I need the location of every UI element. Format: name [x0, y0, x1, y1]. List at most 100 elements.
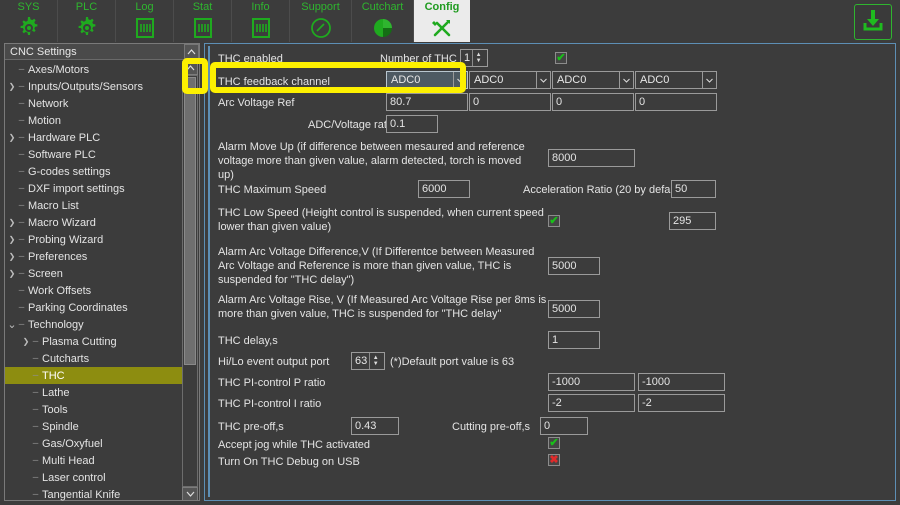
adc-voltage-ratio-input[interactable]: 0.1	[386, 115, 438, 133]
alarm-arc-voltage-rise-label: Alarm Arc Voltage Rise, V (If Measured A…	[218, 293, 548, 321]
thc-feedback-channel-select-4[interactable]: ADC0	[635, 71, 717, 89]
chevron-down-icon[interactable]	[619, 72, 633, 88]
pi-control-p-ratio-input-1[interactable]: -1000	[548, 373, 635, 391]
sidebar-item-tools[interactable]: –Tools	[5, 401, 184, 418]
arc-voltage-ref-input-3[interactable]: 0	[552, 93, 634, 111]
thc-feedback-channel-select-1[interactable]: ADC0	[386, 71, 468, 89]
sidebar-item-tangential-knife[interactable]: –Tangential Knife	[5, 486, 184, 501]
sidebar-item-laser-control[interactable]: –Laser control	[5, 469, 184, 486]
alarm-move-up-input[interactable]: 8000	[548, 149, 635, 167]
sidebar-item-dxf-import-settings[interactable]: –DXF import settings	[5, 180, 184, 197]
pie-chart-icon	[371, 15, 395, 41]
tab-log[interactable]: Log	[116, 0, 174, 42]
chevron-right-icon[interactable]: ❯	[7, 235, 17, 244]
alarm-arc-voltage-rise-input[interactable]: 5000	[548, 300, 600, 318]
tab-cutchart[interactable]: Cutchart	[352, 0, 414, 42]
tab-info[interactable]: Info	[232, 0, 290, 42]
save-download-button[interactable]	[854, 4, 892, 40]
sidebar-item-cutcharts[interactable]: –Cutcharts	[5, 350, 184, 367]
sidebar-item-label: Technology	[26, 319, 84, 331]
thc-debug-usb-checkbox[interactable]: ✖	[548, 454, 560, 466]
chevron-down-icon[interactable]	[702, 72, 716, 88]
chevron-right-icon[interactable]: ❯	[7, 252, 17, 261]
sidebar-item-macro-list[interactable]: –Macro List	[5, 197, 184, 214]
sidebar-item-probing-wizard[interactable]: ❯–Probing Wizard	[5, 231, 184, 248]
tab-info-label: Info	[251, 1, 269, 14]
scroll-up-button[interactable]	[182, 61, 198, 75]
tab-support[interactable]: Support	[290, 0, 352, 42]
chevron-down-icon[interactable]	[453, 72, 467, 88]
arc-voltage-ref-input-2[interactable]: 0	[469, 93, 551, 111]
chevron-right-icon[interactable]: ❯	[21, 337, 31, 346]
thc-enabled-checkbox[interactable]: ✔	[555, 52, 567, 64]
tab-config[interactable]: Config	[414, 0, 470, 42]
tree-branch-line: –	[31, 489, 40, 500]
sidebar-item-macro-wizard[interactable]: ❯–Macro Wizard	[5, 214, 184, 231]
sidebar-item-g-codes-settings[interactable]: –G-codes settings	[5, 163, 184, 180]
acceleration-ratio-input[interactable]: 50	[671, 180, 716, 198]
cutting-pre-off-input[interactable]: 0	[540, 417, 588, 435]
stepper-arrows-icon[interactable]: ▲▼	[472, 50, 484, 66]
thc-low-speed-input[interactable]: 295	[669, 212, 716, 230]
chevron-right-icon[interactable]: ❯	[7, 82, 17, 91]
thc-pre-off-input[interactable]: 0.43	[351, 417, 399, 435]
alarm-arc-voltage-difference-input[interactable]: 5000	[548, 257, 600, 275]
chevron-right-icon[interactable]: ❯	[7, 218, 17, 227]
document-icon	[192, 15, 214, 41]
tab-stat[interactable]: Stat	[174, 0, 232, 42]
sidebar-item-preferences[interactable]: ❯–Preferences	[5, 248, 184, 265]
thc-feedback-channel-select-2[interactable]: ADC0	[469, 71, 551, 89]
sidebar-item-plasma-cutting[interactable]: ❯–Plasma Cutting	[5, 333, 184, 350]
sidebar-item-screen[interactable]: ❯–Screen	[5, 265, 184, 282]
sidebar-item-label: Work Offsets	[26, 285, 91, 297]
arc-voltage-ref-input-1[interactable]: 80.7	[386, 93, 468, 111]
chevron-right-icon[interactable]: ❯	[7, 133, 17, 142]
thc-max-speed-input[interactable]: 6000	[418, 180, 470, 198]
sidebar-item-motion[interactable]: –Motion	[5, 112, 184, 129]
tree-branch-line: –	[31, 370, 40, 381]
check-icon: ✔	[549, 438, 558, 449]
settings-sidebar: CNC Settings –Axes/Motors❯–Inputs/Output…	[4, 43, 200, 501]
chevron-up-icon[interactable]	[184, 44, 199, 59]
sidebar-item-software-plc[interactable]: –Software PLC	[5, 146, 184, 163]
tree-scrollbar-track[interactable]	[182, 75, 198, 487]
sidebar-item-work-offsets[interactable]: –Work Offsets	[5, 282, 184, 299]
tab-sys[interactable]: SYS	[0, 0, 58, 42]
chevron-down-icon[interactable]: ⌄	[7, 318, 17, 331]
sidebar-item-label: Tools	[40, 404, 68, 416]
accept-jog-checkbox[interactable]: ✔	[548, 437, 560, 449]
stepper-arrows-icon[interactable]: ▲▼	[369, 353, 381, 369]
tree-scrollbar[interactable]	[182, 61, 198, 501]
sidebar-item-label: Preferences	[26, 251, 87, 263]
sidebar-item-spindle[interactable]: –Spindle	[5, 418, 184, 435]
pi-control-p-ratio-input-2[interactable]: -1000	[638, 373, 725, 391]
thc-low-speed-checkbox[interactable]: ✔	[548, 215, 560, 227]
sidebar-item-thc[interactable]: –THC	[5, 367, 184, 384]
tree-branch-line: –	[31, 472, 40, 483]
sidebar-item-multi-head[interactable]: –Multi Head	[5, 452, 184, 469]
number-of-thc-stepper[interactable]: 1 ▲▼	[460, 49, 488, 67]
chevron-right-icon[interactable]: ❯	[7, 269, 17, 278]
sidebar-item-technology[interactable]: ⌄–Technology	[5, 316, 184, 333]
sidebar-item-inputs-outputs-sensors[interactable]: ❯–Inputs/Outputs/Sensors	[5, 78, 184, 95]
chevron-down-icon[interactable]	[536, 72, 550, 88]
scroll-down-button[interactable]	[182, 487, 198, 501]
thc-feedback-channel-select-3[interactable]: ADC0	[552, 71, 634, 89]
pi-control-i-ratio-input-2[interactable]: -2	[638, 394, 725, 412]
hilo-event-output-port-stepper[interactable]: 63 ▲▼	[351, 352, 385, 370]
settings-tree[interactable]: –Axes/Motors❯–Inputs/Outputs/Sensors–Net…	[5, 61, 184, 501]
thc-delay-input[interactable]: 1	[548, 331, 600, 349]
sidebar-item-hardware-plc[interactable]: ❯–Hardware PLC	[5, 129, 184, 146]
sidebar-item-lathe[interactable]: –Lathe	[5, 384, 184, 401]
pi-control-i-ratio-input-1[interactable]: -2	[548, 394, 635, 412]
sidebar-item-gas-oxyfuel[interactable]: –Gas/Oxyfuel	[5, 435, 184, 452]
tab-stat-label: Stat	[193, 1, 213, 14]
tab-plc[interactable]: PLC	[58, 0, 116, 42]
tree-scrollbar-thumb[interactable]	[184, 77, 196, 365]
arc-voltage-ref-input-4[interactable]: 0	[635, 93, 717, 111]
check-icon: ✔	[556, 53, 565, 64]
sidebar-item-parking-coordinates[interactable]: –Parking Coordinates	[5, 299, 184, 316]
tree-branch-line: –	[17, 268, 26, 279]
sidebar-item-network[interactable]: –Network	[5, 95, 184, 112]
sidebar-item-axes-motors[interactable]: –Axes/Motors	[5, 61, 184, 78]
